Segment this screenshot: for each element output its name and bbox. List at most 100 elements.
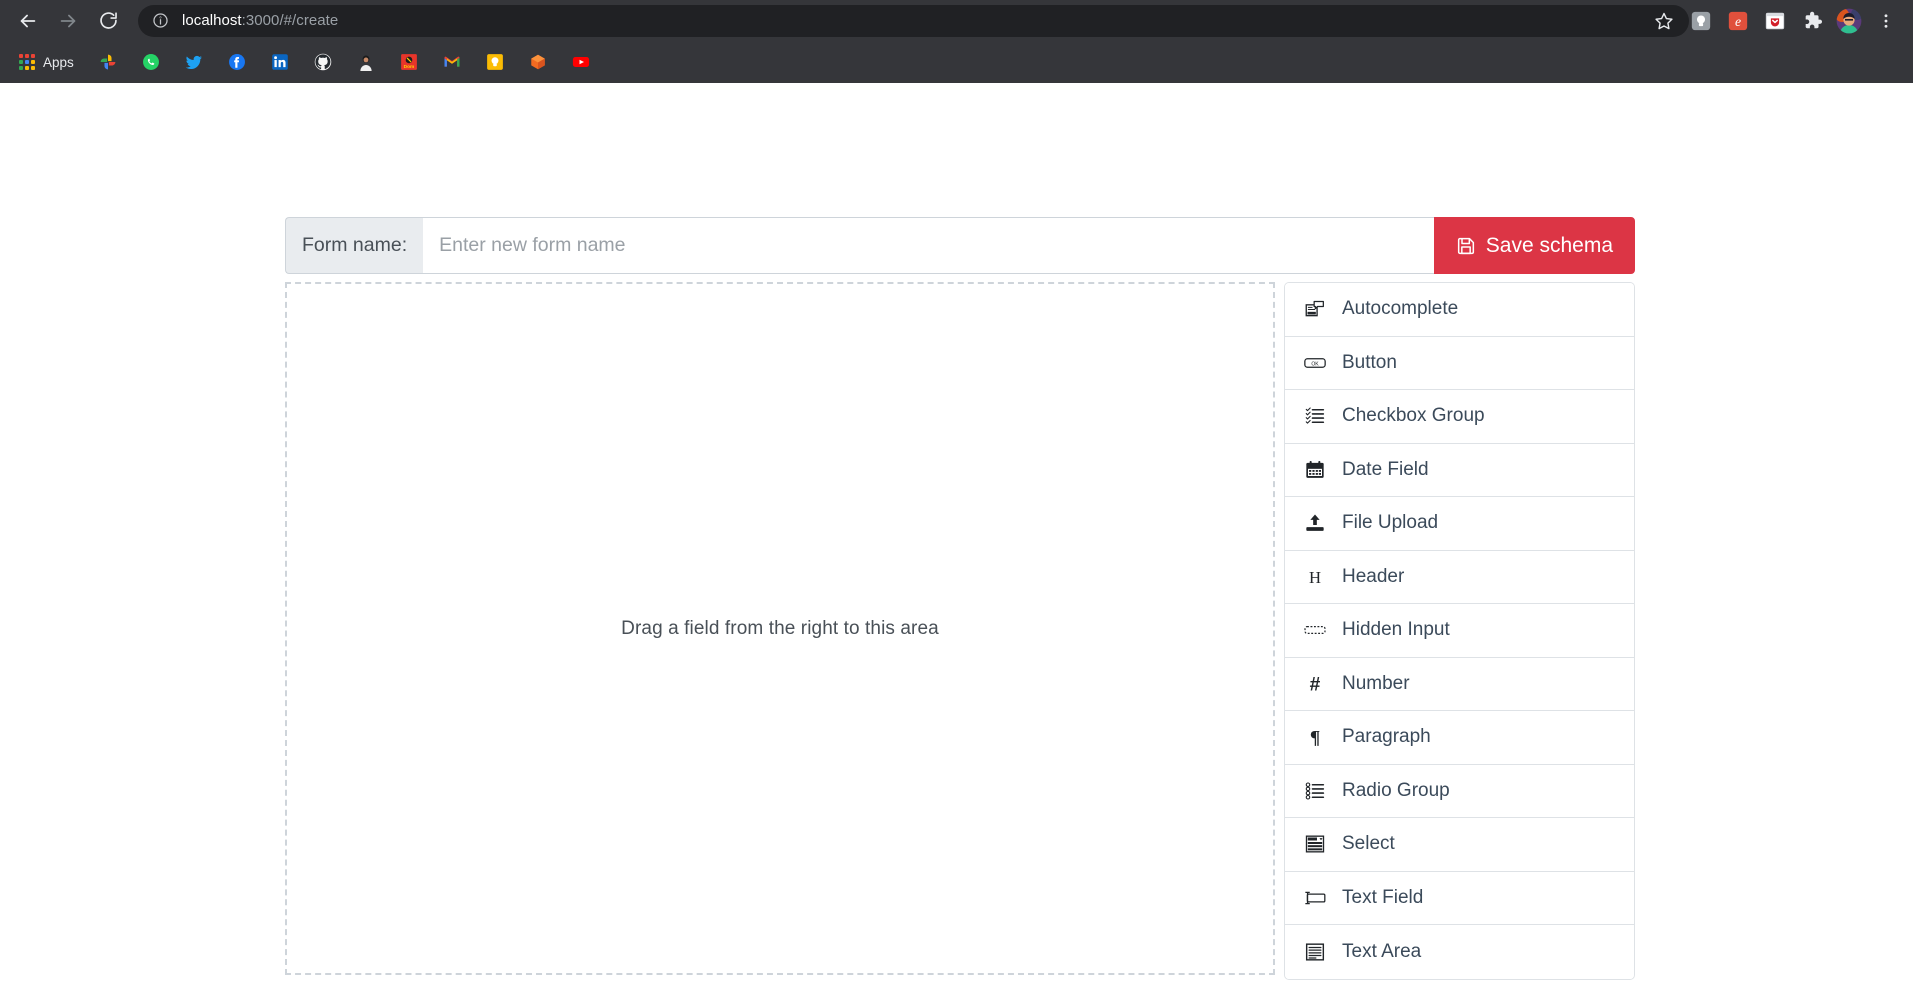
hash-number-icon: # (1304, 673, 1326, 695)
builder-body: Drag a field from the right to this area… (285, 282, 1635, 980)
back-arrow-icon[interactable] (10, 3, 46, 39)
keep-extension-icon[interactable] (1684, 4, 1718, 38)
palette-item-checkbox-group[interactable]: Checkbox Group (1285, 390, 1634, 444)
palette-item-label: Text Area (1342, 940, 1422, 962)
profile-avatar[interactable] (1832, 4, 1866, 38)
facebook-icon (228, 53, 246, 71)
button-icon: OK (1304, 352, 1326, 374)
bookmark-gmail[interactable] (437, 48, 467, 76)
radio-list-icon (1304, 780, 1326, 802)
gmail-icon (443, 53, 461, 71)
bookmarks-bar: Apps Dom (0, 41, 1913, 83)
save-schema-label: Save schema (1485, 233, 1613, 257)
palette-item-autocomplete[interactable]: Autocomplete (1285, 283, 1634, 337)
palette-item-header[interactable]: H Header (1285, 550, 1634, 604)
text-area-icon (1304, 941, 1326, 963)
whatsapp-icon (142, 53, 160, 71)
palette-item-label: File Upload (1342, 512, 1439, 534)
bookmark-twitter[interactable] (179, 48, 209, 76)
reload-icon[interactable] (90, 3, 126, 39)
form-builder: Form name: Save schema Drag a field from… (285, 217, 1635, 980)
svg-text:#: # (1310, 674, 1321, 694)
svg-text:Dom: Dom (403, 64, 414, 70)
palette-item-label: Hidden Input (1342, 619, 1450, 641)
bookmark-whatsapp[interactable] (136, 48, 166, 76)
pocket-extension-icon[interactable] (1758, 4, 1792, 38)
palette-item-paragraph[interactable]: ¶ Paragraph (1285, 711, 1634, 765)
bookmark-github[interactable] (308, 48, 338, 76)
twitter-icon (185, 53, 203, 71)
svg-text:H: H (1309, 568, 1321, 587)
pilcrow-paragraph-icon: ¶ (1304, 726, 1326, 748)
info-circle-icon[interactable] (152, 12, 169, 29)
bookmark-label: Apps (43, 54, 74, 70)
palette-item-label: Autocomplete (1342, 298, 1459, 320)
select-dropdown-icon (1304, 833, 1326, 855)
browser-chrome: localhost:3000/#/create e Apps Dom (0, 0, 1913, 83)
palette-item-label: Date Field (1342, 458, 1429, 480)
bookmark-linkedin[interactable] (265, 48, 295, 76)
calendar-icon (1304, 459, 1326, 481)
palette-item-select[interactable]: Select (1285, 818, 1634, 872)
url-path: :3000/#/create (241, 12, 339, 29)
bookmark-dom[interactable]: Dom (394, 48, 424, 76)
palette-item-text-field[interactable]: Text Field (1285, 871, 1634, 925)
linkedin-icon (271, 53, 289, 71)
upload-icon (1304, 512, 1326, 534)
palette-item-label: Radio Group (1342, 779, 1450, 801)
form-name-input[interactable] (423, 217, 1434, 274)
bookmark-person[interactable] (351, 48, 381, 76)
page-content: Form name: Save schema Drag a field from… (0, 83, 1913, 985)
field-palette: Autocomplete OK Button Checkbox Group Da… (1284, 282, 1635, 980)
bookmark-star-icon[interactable] (1647, 4, 1681, 38)
url-host: localhost (182, 12, 242, 29)
apps-grid-icon (18, 53, 36, 71)
bookmark-youtube[interactable] (566, 48, 596, 76)
text-field-icon (1304, 887, 1326, 909)
svg-text:OK: OK (1311, 361, 1319, 367)
dom-red-icon: Dom (400, 53, 418, 71)
drop-area-hint: Drag a field from the right to this area (621, 617, 939, 639)
bookmark-orange-box[interactable] (523, 48, 553, 76)
save-schema-button[interactable]: Save schema (1433, 217, 1635, 274)
checkbox-list-icon (1304, 405, 1326, 427)
svg-text:e: e (1735, 14, 1741, 29)
form-name-label: Form name: (285, 217, 424, 274)
palette-item-button[interactable]: OK Button (1285, 336, 1634, 390)
palette-item-label: Select (1342, 833, 1395, 855)
palette-item-label: Number (1342, 672, 1410, 694)
url-text: localhost:3000/#/create (182, 12, 338, 29)
youtube-icon (572, 53, 590, 71)
browser-toolbar: localhost:3000/#/create e (0, 0, 1913, 41)
google-photos-icon (99, 53, 117, 71)
palette-item-hidden-input[interactable]: Hidden Input (1285, 604, 1634, 658)
form-drop-area[interactable]: Drag a field from the right to this area (285, 282, 1275, 975)
evernote-extension-icon[interactable]: e (1721, 4, 1755, 38)
bookmark-apps[interactable]: Apps (12, 48, 80, 76)
chrome-menu-icon[interactable] (1869, 4, 1903, 38)
palette-item-number[interactable]: # Number (1285, 657, 1634, 711)
bookmark-google-keep[interactable] (480, 48, 510, 76)
floppy-disk-save-icon (1456, 236, 1476, 256)
github-icon (314, 53, 332, 71)
palette-item-label: Paragraph (1342, 726, 1431, 748)
palette-item-file-upload[interactable]: File Upload (1285, 497, 1634, 551)
orange-box-icon (529, 53, 547, 71)
forward-arrow-icon[interactable] (50, 3, 86, 39)
palette-item-label: Text Field (1342, 886, 1424, 908)
palette-item-radio-group[interactable]: Radio Group (1285, 764, 1634, 818)
palette-item-label: Checkbox Group (1342, 405, 1485, 427)
extensions-puzzle-icon[interactable] (1795, 4, 1829, 38)
palette-item-text-area[interactable]: Text Area (1285, 925, 1634, 979)
palette-item-label: Header (1342, 565, 1405, 587)
address-bar[interactable]: localhost:3000/#/create (138, 4, 1689, 37)
bookmark-facebook[interactable] (222, 48, 252, 76)
heading-h-icon: H (1304, 566, 1326, 588)
person-avatar-icon (356, 53, 375, 71)
form-header-bar: Form name: Save schema (285, 217, 1635, 274)
palette-item-label: Button (1342, 351, 1397, 373)
bookmark-google-photos[interactable] (93, 48, 123, 76)
palette-item-date-field[interactable]: Date Field (1285, 443, 1634, 497)
google-keep-icon (486, 53, 504, 71)
svg-text:¶: ¶ (1310, 728, 1320, 747)
